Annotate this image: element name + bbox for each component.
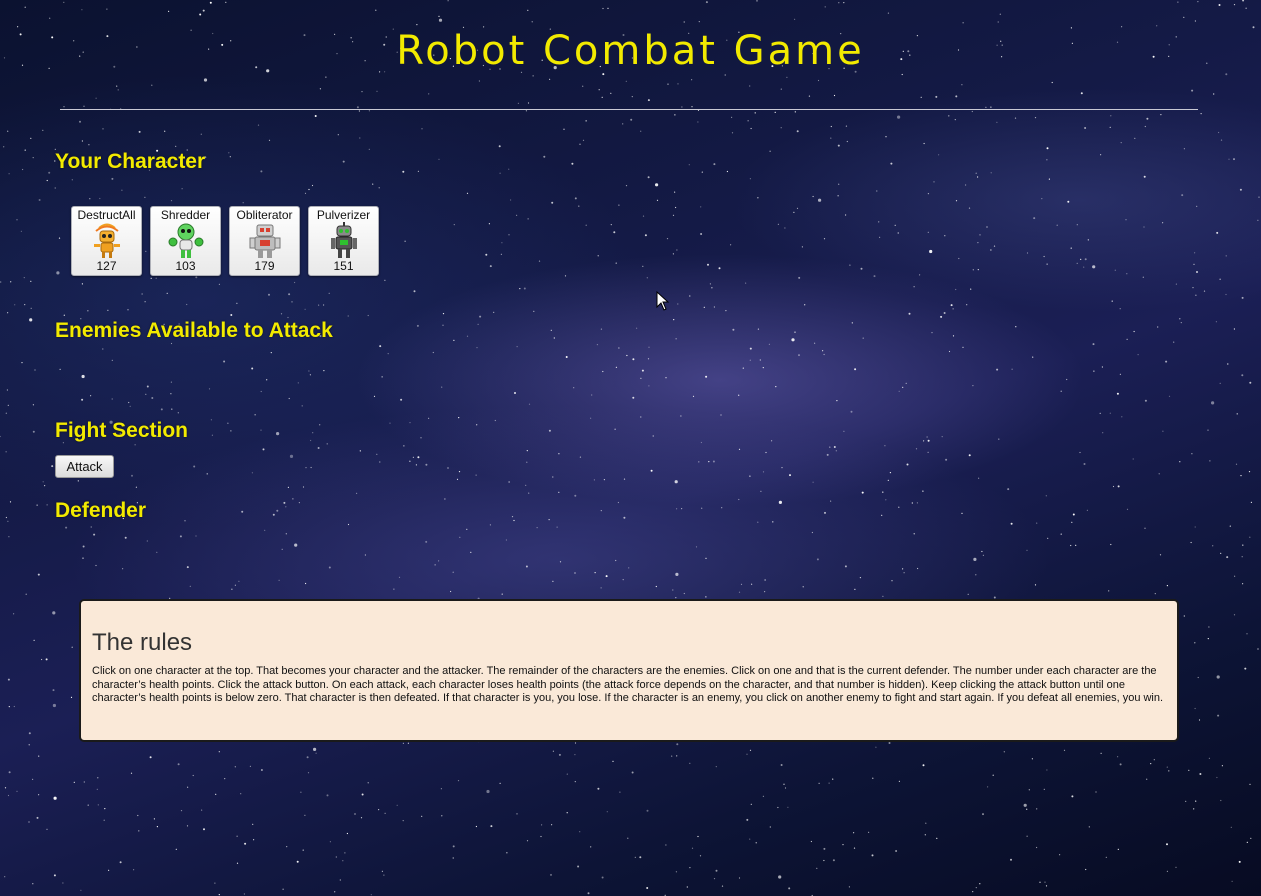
title-divider: [60, 109, 1198, 110]
character-card-pulverizer[interactable]: Pulverizer 151: [308, 206, 379, 276]
enemies-heading: Enemies Available to Attack: [55, 319, 333, 342]
fight-section-heading: Fight Section: [55, 419, 188, 442]
character-hp: 103: [175, 259, 196, 273]
rules-panel: The rules Click on one character at the …: [79, 599, 1179, 742]
character-card-shredder[interactable]: Shredder 103: [150, 206, 221, 276]
orange-antenna-robot-icon: [94, 223, 120, 258]
attack-button[interactable]: Attack: [55, 455, 114, 478]
mouse-pointer-icon: [656, 291, 670, 311]
rules-title: The rules: [92, 629, 193, 656]
grey-red-robot-icon: [249, 224, 281, 258]
character-hp: 151: [333, 259, 354, 273]
your-character-heading: Your Character: [55, 150, 206, 173]
character-name: DestructAll: [77, 208, 136, 222]
character-card-destructall[interactable]: DestructAll 127: [71, 206, 142, 276]
defender-heading: Defender: [55, 499, 147, 522]
character-name: Obliterator: [236, 208, 293, 222]
character-list: DestructAll 127 Shredder 103 Obliterator…: [71, 206, 379, 276]
dark-grey-robot-icon: [331, 222, 357, 258]
character-hp: 127: [96, 259, 117, 273]
character-card-obliterator[interactable]: Obliterator 179: [229, 206, 300, 276]
character-name: Shredder: [160, 208, 211, 222]
rules-text: Click on one character at the top. That …: [92, 665, 1164, 704]
page-title: Robot Combat Game: [396, 28, 865, 74]
character-name: Pulverizer: [316, 208, 371, 222]
character-hp: 179: [254, 259, 275, 273]
green-robot-icon: [168, 223, 204, 258]
